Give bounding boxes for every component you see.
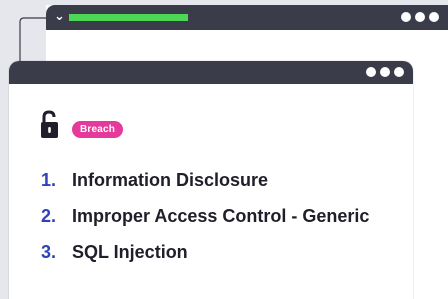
list-item-number: 1. (41, 169, 57, 190)
list-item-number: 2. (41, 205, 57, 226)
front-window-titlebar (9, 61, 413, 84)
list-item-number: 3. (41, 241, 57, 262)
vulnerability-list: 1. Information Disclosure 2. Improper Ac… (41, 162, 369, 270)
list-item: 3. SQL Injection (41, 234, 369, 270)
unlocked-padlock-icon (41, 110, 58, 138)
list-item-label: Improper Access Control - Generic (72, 205, 370, 226)
list-item-label: SQL Injection (72, 241, 188, 262)
back-window-titlebar: ⌄ (46, 5, 448, 30)
list-item-label: Information Disclosure (72, 169, 269, 190)
progress-bar (69, 14, 188, 21)
three-dots-icon[interactable] (401, 12, 439, 22)
breach-badge: Breach (72, 121, 124, 138)
chevron-down-icon[interactable]: ⌄ (54, 8, 65, 26)
three-dots-icon[interactable] (366, 67, 404, 77)
list-item: 2. Improper Access Control - Generic (41, 198, 369, 234)
list-item: 1. Information Disclosure (41, 162, 369, 198)
